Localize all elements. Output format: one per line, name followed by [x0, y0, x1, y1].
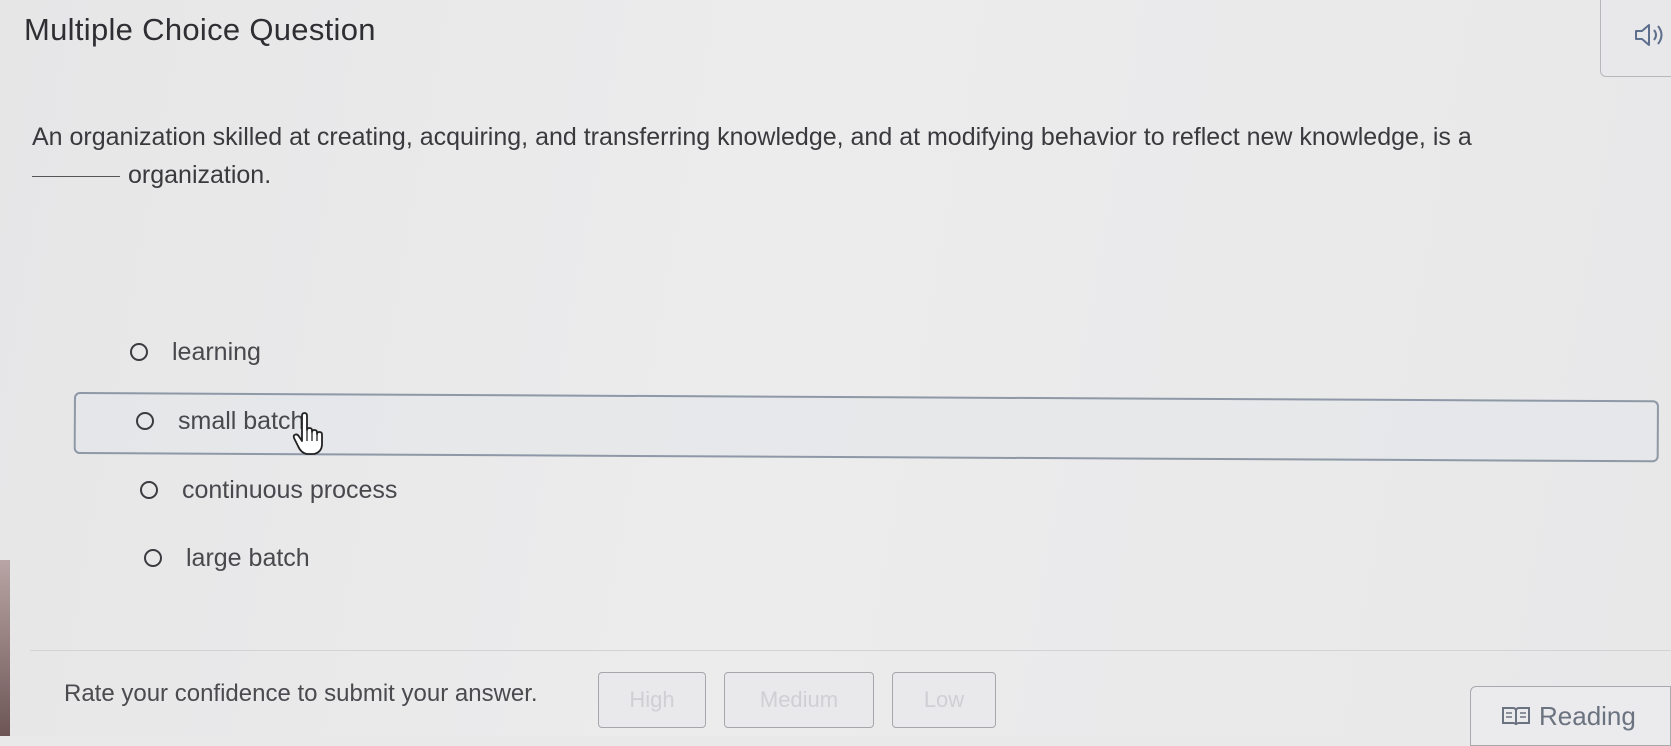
book-icon [1502, 707, 1530, 726]
confidence-medium-button[interactable]: Medium [724, 672, 874, 728]
option-label: learning [172, 337, 261, 366]
speaker-icon [1635, 24, 1663, 46]
option-large-batch[interactable]: large batch [144, 536, 310, 580]
radio-button[interactable] [136, 412, 154, 430]
option-small-batch[interactable]: small batch [136, 399, 304, 443]
question-text: An organization skilled at creating, acq… [32, 118, 1652, 194]
option-continuous-process[interactable]: continuous process [140, 468, 397, 512]
radio-button[interactable] [140, 481, 158, 499]
reading-label: Reading [1539, 700, 1636, 731]
section-divider [30, 650, 1671, 651]
confidence-high-button[interactable]: High [598, 672, 706, 728]
page-title: Multiple Choice Question [24, 12, 376, 47]
answer-blank [32, 176, 120, 177]
audio-button[interactable] [1600, 0, 1671, 77]
question-ending: organization. [128, 161, 272, 189]
option-learning[interactable]: learning [130, 330, 261, 374]
radio-button[interactable] [144, 549, 162, 567]
option-label: continuous process [182, 475, 398, 504]
radio-button[interactable] [130, 343, 148, 361]
confidence-prompt: Rate your confidence to submit your answ… [64, 680, 538, 707]
question-stem: An organization skilled at creating, acq… [32, 123, 1472, 151]
confidence-low-button[interactable]: Low [892, 672, 996, 728]
option-label: small batch [178, 406, 305, 435]
hand-pointer-icon [292, 412, 323, 455]
screen-edge [0, 560, 10, 736]
option-label: large batch [186, 543, 310, 572]
reading-button[interactable]: Reading [1470, 686, 1671, 746]
